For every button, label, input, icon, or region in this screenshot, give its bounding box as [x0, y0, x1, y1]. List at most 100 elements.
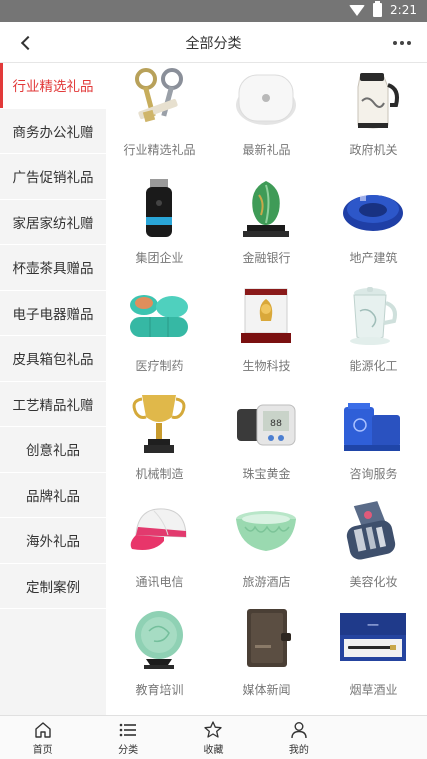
grid-item-telecom[interactable]: 通讯电信: [106, 495, 213, 603]
grid-item-industry-gifts[interactable]: 行业精选礼品: [106, 63, 213, 171]
sidebar-item-label: 电子电器赠品: [12, 306, 94, 323]
sidebar-item-overseas[interactable]: 海外礼品: [0, 518, 106, 564]
bottom-nav: 首页 分类 收藏 我的: [0, 715, 427, 759]
grid-item-enterprise[interactable]: 集团企业: [106, 171, 213, 279]
tea-cup-icon: [350, 287, 397, 345]
nav-mine[interactable]: 我的: [256, 716, 341, 759]
grid-item-tobacco-wine[interactable]: ━━━ 烟草酒业: [320, 603, 427, 711]
more-dot-icon: [393, 41, 397, 45]
grid-item-label: 咨询服务: [349, 467, 398, 481]
sidebar-item-label: 品牌礼品: [26, 488, 80, 505]
sidebar-item-label: 商务办公礼赠: [12, 124, 94, 141]
sidebar-item-label: 创意礼品: [26, 443, 80, 460]
grid-item-machinery[interactable]: 机械制造: [106, 387, 213, 495]
grid-item-label: 美容化妆: [349, 575, 398, 589]
sidebar-item-label: 工艺精品礼赠: [12, 397, 94, 414]
pen-box-icon: ━━━: [340, 613, 406, 661]
grid-item-real-estate[interactable]: 地产建筑: [320, 171, 427, 279]
battery-icon: [373, 1, 383, 17]
ashtray-icon: [343, 195, 403, 231]
jade-cabbage-icon: [243, 181, 289, 237]
more-button[interactable]: [391, 32, 413, 54]
pen-holder-icon: [344, 403, 400, 451]
status-bar: 2:21: [0, 0, 427, 22]
nav-home[interactable]: 首页: [0, 716, 85, 759]
sidebar-item-home-textile[interactable]: 家居家纺礼赠: [0, 199, 106, 245]
pill-box-icon: [130, 295, 188, 337]
more-dot-icon: [400, 41, 404, 45]
kettle-icon: [357, 73, 399, 129]
sidebar-item-label: 皮具箱包礼品: [12, 352, 94, 369]
grid-item-label: 烟草酒业: [349, 683, 398, 697]
grid-item-finance[interactable]: 金融银行: [213, 171, 320, 279]
status-icons: 2:21: [349, 1, 417, 17]
grid-item-energy[interactable]: 能源化工: [320, 279, 427, 387]
sidebar-item-business[interactable]: 商务办公礼赠: [0, 108, 106, 154]
status-time: 2:21: [390, 3, 417, 17]
svg-text:━━━: ━━━: [367, 623, 379, 629]
nav-label: 分类: [118, 744, 139, 756]
notebook-icon: [247, 609, 291, 667]
grid-item-label: 生物科技: [242, 359, 291, 373]
grid-item-label: 能源化工: [349, 359, 398, 373]
category-sidebar: 行业精选礼品 商务办公礼赠 广告促销礼品 家居家纺礼赠 杯壶茶具赠品 电子电器赠…: [0, 63, 106, 715]
blood-pressure-meter-icon: 88: [237, 404, 296, 446]
sidebar-item-electronics[interactable]: 电子电器赠品: [0, 290, 106, 336]
grid-item-label: 金融银行: [242, 251, 291, 265]
grid-item-label: 珠宝黄金: [242, 467, 291, 481]
cap-icon: [130, 508, 187, 550]
grid-item-label: 通讯电信: [135, 575, 184, 589]
sidebar-item-leather-bags[interactable]: 皮具箱包礼品: [0, 336, 106, 382]
grid-item-jewelry[interactable]: 88 珠宝黄金: [213, 387, 320, 495]
nav-category[interactable]: 分类: [85, 716, 170, 759]
sidebar-item-custom-cases[interactable]: 定制案例: [0, 563, 106, 609]
grid-item-consulting[interactable]: 咨询服务: [320, 387, 427, 495]
sidebar-item-crafts[interactable]: 工艺精品礼赠: [0, 381, 106, 427]
home-icon: [34, 721, 51, 738]
gold-ornament-icon: [241, 288, 291, 343]
nav-label: 我的: [288, 744, 309, 756]
grid-item-label: 最新礼品: [242, 143, 291, 157]
usb-lighter-icon: [146, 179, 172, 237]
grid-item-biotech[interactable]: 生物科技: [213, 279, 320, 387]
sidebar-item-creative[interactable]: 创意礼品: [0, 427, 106, 473]
sidebar-item-label: 定制案例: [26, 579, 80, 596]
sidebar-item-label: 行业精选礼品: [12, 79, 94, 96]
page-title: 全部分类: [185, 36, 242, 52]
list-icon: [119, 723, 137, 736]
more-dot-icon: [407, 41, 411, 45]
grid-item-newest[interactable]: 最新礼品: [213, 63, 320, 171]
nav-favorites[interactable]: 收藏: [171, 716, 256, 759]
grid-item-government[interactable]: 政府机关: [320, 63, 427, 171]
sidebar-item-promotion[interactable]: 广告促销礼品: [0, 154, 106, 200]
grid-item-label: 行业精选礼品: [123, 143, 196, 157]
trophy-icon: [132, 395, 186, 453]
grid-item-label: 政府机关: [349, 143, 398, 157]
wifi-icon: [349, 4, 366, 16]
celadon-plate-icon: [135, 611, 183, 669]
nav-label: 收藏: [203, 744, 224, 756]
nav-label: 首页: [32, 744, 53, 756]
grid-item-label: 教育培训: [135, 683, 184, 697]
sidebar-item-brand[interactable]: 品牌礼品: [0, 472, 106, 518]
category-grid: 行业精选礼品 最新礼品 政府机关 集团企业 金融银行 地产建筑 医疗制药 生物科…: [106, 63, 427, 715]
grid-item-tourism[interactable]: 旅游酒店: [213, 495, 320, 603]
grid-item-label: 医疗制药: [135, 359, 184, 373]
grid-item-medical[interactable]: 医疗制药: [106, 279, 213, 387]
svg-text:88: 88: [270, 419, 282, 430]
sidebar-item-label: 海外礼品: [26, 534, 80, 551]
green-bowl-icon: [236, 511, 296, 551]
sidebar-item-cups-tea[interactable]: 杯壶茶具赠品: [0, 245, 106, 291]
sidebar-item-label: 杯壶茶具赠品: [12, 261, 94, 278]
keys-gift-icon: [135, 68, 183, 123]
sidebar-item-label: 广告促销礼品: [12, 170, 94, 187]
user-icon: [291, 721, 307, 738]
grid-item-label: 旅游酒店: [242, 575, 291, 589]
grid-item-beauty[interactable]: 美容化妆: [320, 495, 427, 603]
grid-item-education[interactable]: 教育培训: [106, 603, 213, 711]
sidebar-item-industry[interactable]: 行业精选礼品: [0, 63, 106, 109]
grid-item-label: 媒体新闻: [242, 683, 291, 697]
grid-item-media[interactable]: 媒体新闻: [213, 603, 320, 711]
grid-item-label: 机械制造: [135, 467, 184, 481]
